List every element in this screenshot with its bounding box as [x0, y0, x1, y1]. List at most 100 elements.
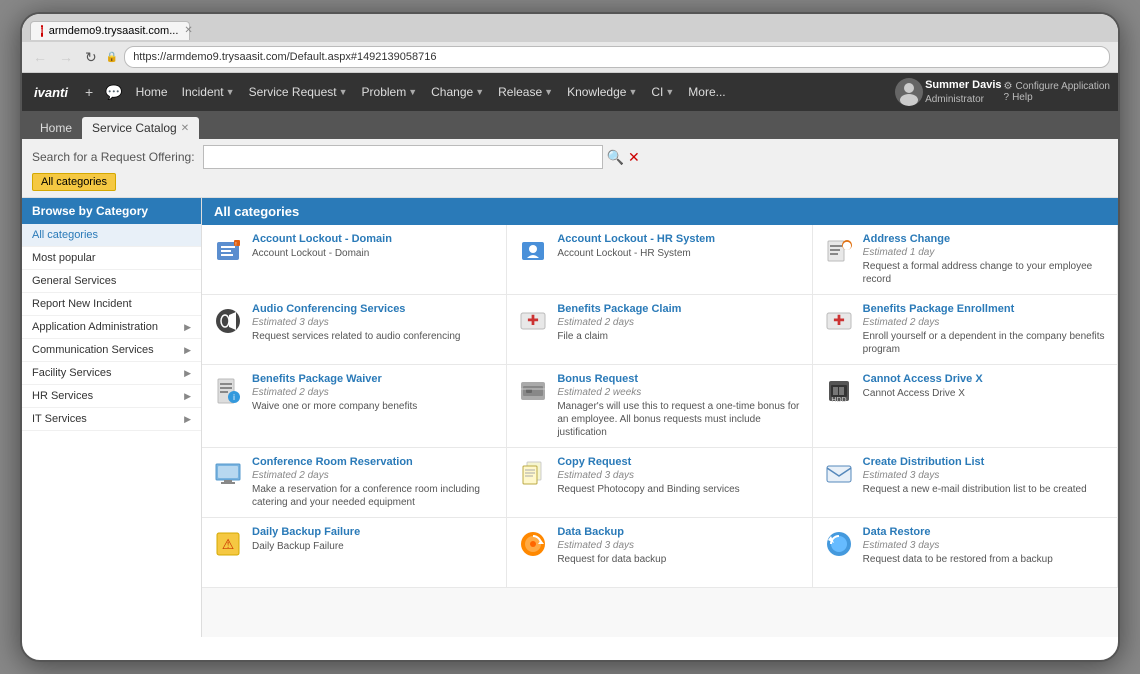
sidebar-item-report-incident[interactable]: Report New Incident: [22, 293, 201, 316]
nav-ci[interactable]: CI ▼: [645, 81, 680, 103]
catalog-item-desc: Account Lockout - HR System: [557, 247, 801, 260]
catalog-item-icon: ⬤: [823, 235, 855, 267]
sidebar-item-all-categories[interactable]: All categories: [22, 224, 201, 247]
catalog-item-title[interactable]: Conference Room Reservation: [252, 456, 496, 468]
catalog-item-content: Data Restore Estimated 3 days Request da…: [863, 526, 1107, 566]
catalog-item-title[interactable]: Account Lockout - HR System: [557, 233, 801, 245]
catalog-item[interactable]: Conference Room Reservation Estimated 2 …: [202, 448, 507, 518]
catalog-item-desc: Daily Backup Failure: [252, 540, 496, 553]
catalog-item-estimate: Estimated 1 day: [863, 247, 1107, 258]
catalog-item[interactable]: Audio Conferencing Services Estimated 3 …: [202, 295, 507, 365]
sidebar-item-facility[interactable]: Facility Services ▶: [22, 362, 201, 385]
catalog-item[interactable]: ! Account Lockout - Domain Account Locko…: [202, 225, 507, 295]
nav-home[interactable]: Home: [130, 81, 174, 103]
catalog-item-title[interactable]: Benefits Package Claim: [557, 303, 801, 315]
sidebar-item-it[interactable]: IT Services ▶: [22, 408, 201, 431]
nav-problem[interactable]: Problem ▼: [356, 81, 424, 103]
chevron-down-icon: ▼: [628, 87, 637, 97]
nav-release[interactable]: Release ▼: [492, 81, 559, 103]
catalog-item-title[interactable]: Benefits Package Waiver: [252, 373, 496, 385]
catalog-item-title[interactable]: Copy Request: [557, 456, 801, 468]
catalog-item-desc: Manager's will use this to request a one…: [557, 400, 801, 439]
catalog-item-desc: Make a reservation for a conference room…: [252, 483, 496, 509]
sidebar-item-general-services[interactable]: General Services: [22, 270, 201, 293]
catalog-item-title[interactable]: Audio Conferencing Services: [252, 303, 496, 315]
catalog-item[interactable]: Data Restore Estimated 3 days Request da…: [813, 518, 1118, 588]
catalog-item-title[interactable]: Bonus Request: [557, 373, 801, 385]
catalog-item-estimate: Estimated 2 weeks: [557, 387, 801, 398]
catalog-item-estimate: Estimated 2 days: [252, 470, 496, 481]
catalog-item-title[interactable]: Create Distribution List: [863, 456, 1107, 468]
nav-incident[interactable]: Incident ▼: [176, 81, 241, 103]
catalog-item-icon: ✚: [517, 305, 549, 337]
catalog-item[interactable]: Data Backup Estimated 3 days Request for…: [507, 518, 812, 588]
catalog-item[interactable]: ✚ Benefits Package Claim Estimated 2 day…: [507, 295, 812, 365]
forward-button[interactable]: →: [56, 49, 76, 65]
catalog-item-content: Create Distribution List Estimated 3 day…: [863, 456, 1107, 496]
address-input[interactable]: [124, 46, 1110, 68]
search-input[interactable]: [203, 145, 603, 169]
catalog-item-content: Account Lockout - Domain Account Lockout…: [252, 233, 496, 260]
tab-home[interactable]: Home: [30, 117, 82, 139]
catalog-item[interactable]: ⬤ Address Change Estimated 1 day Request…: [813, 225, 1118, 295]
chat-button[interactable]: 💬: [100, 82, 127, 103]
catalog-item-estimate: Estimated 3 days: [863, 470, 1107, 481]
catalog-item-title[interactable]: Daily Backup Failure: [252, 526, 496, 538]
catalog-item-title[interactable]: Account Lockout - Domain: [252, 233, 496, 245]
catalog-item-icon: [517, 458, 549, 490]
catalog-item[interactable]: ⚠ Daily Backup Failure Daily Backup Fail…: [202, 518, 507, 588]
nav-change[interactable]: Change ▼: [425, 81, 490, 103]
new-button[interactable]: +: [80, 82, 98, 102]
configure-label[interactable]: Configure Application: [1015, 81, 1110, 92]
catalog-item-title[interactable]: Benefits Package Enrollment: [863, 303, 1107, 315]
svg-text:✚: ✚: [527, 312, 539, 328]
chevron-down-icon: ▼: [408, 87, 417, 97]
catalog-item[interactable]: i Benefits Package Waiver Estimated 2 da…: [202, 365, 507, 448]
sidebar-header: Browse by Category: [22, 198, 201, 224]
settings-icon: ⚙: [1004, 81, 1013, 92]
catalog-item[interactable]: Bonus Request Estimated 2 weeks Manager'…: [507, 365, 812, 448]
chevron-down-icon: ▼: [339, 87, 348, 97]
tab-close-icon[interactable]: ✕: [181, 123, 189, 134]
tab-close-icon[interactable]: ✕: [184, 25, 192, 36]
catalog-item-estimate: Estimated 2 days: [557, 317, 801, 328]
catalog-item[interactable]: HDD Cannot Access Drive X Cannot Access …: [813, 365, 1118, 448]
sidebar-item-comm-services[interactable]: Communication Services ▶: [22, 339, 201, 362]
nav-more[interactable]: More...: [682, 81, 731, 103]
catalog-item-content: Benefits Package Waiver Estimated 2 days…: [252, 373, 496, 413]
help-label[interactable]: Help: [1012, 92, 1033, 103]
search-clear-button[interactable]: ✕: [628, 149, 640, 166]
tab-service-catalog[interactable]: Service Catalog ✕: [82, 117, 199, 139]
chevron-right-icon: ▶: [184, 322, 191, 333]
all-categories-button[interactable]: All categories: [32, 173, 116, 191]
nav-service-request[interactable]: Service Request ▼: [243, 81, 354, 103]
catalog-item-icon: ✚: [823, 305, 855, 337]
sidebar-item-app-admin[interactable]: Application Administration ▶: [22, 316, 201, 339]
catalog-item-desc: File a claim: [557, 330, 801, 343]
catalog-item-desc: Request Photocopy and Binding services: [557, 483, 801, 496]
catalog-item[interactable]: ✚ Benefits Package Enrollment Estimated …: [813, 295, 1118, 365]
config-links: ⚙ Configure Application ? Help: [1004, 81, 1110, 103]
catalog-item-title[interactable]: Data Backup: [557, 526, 801, 538]
nav-knowledge[interactable]: Knowledge ▼: [561, 81, 643, 103]
catalog-item-title[interactable]: Data Restore: [863, 526, 1107, 538]
user-name: Summer Davis: [925, 78, 1001, 92]
search-button[interactable]: 🔍: [607, 149, 624, 166]
catalog-item[interactable]: Copy Request Estimated 3 days Request Ph…: [507, 448, 812, 518]
catalog-item-title[interactable]: Address Change: [863, 233, 1107, 245]
sidebar-item-hr[interactable]: HR Services ▶: [22, 385, 201, 408]
catalog-item-estimate: Estimated 3 days: [557, 540, 801, 551]
sidebar: Browse by Category All categories Most p…: [22, 198, 202, 637]
browser-tab[interactable]: i armdemo9.trysaasit.com... ✕: [30, 21, 190, 40]
reload-button[interactable]: ↻: [82, 49, 100, 66]
search-bar: Search for a Request Offering: 🔍 ✕ All c…: [22, 139, 1118, 198]
catalog-item-content: Daily Backup Failure Daily Backup Failur…: [252, 526, 496, 553]
catalog-item-title[interactable]: Cannot Access Drive X: [863, 373, 1107, 385]
catalog-item[interactable]: Create Distribution List Estimated 3 day…: [813, 448, 1118, 518]
sidebar-item-most-popular[interactable]: Most popular: [22, 247, 201, 270]
back-button[interactable]: ←: [30, 49, 50, 65]
svg-text:⬤: ⬤: [842, 241, 851, 250]
catalog-header: All categories: [202, 198, 1118, 225]
catalog-item[interactable]: Account Lockout - HR System Account Lock…: [507, 225, 812, 295]
catalog-item-content: Data Backup Estimated 3 days Request for…: [557, 526, 801, 566]
